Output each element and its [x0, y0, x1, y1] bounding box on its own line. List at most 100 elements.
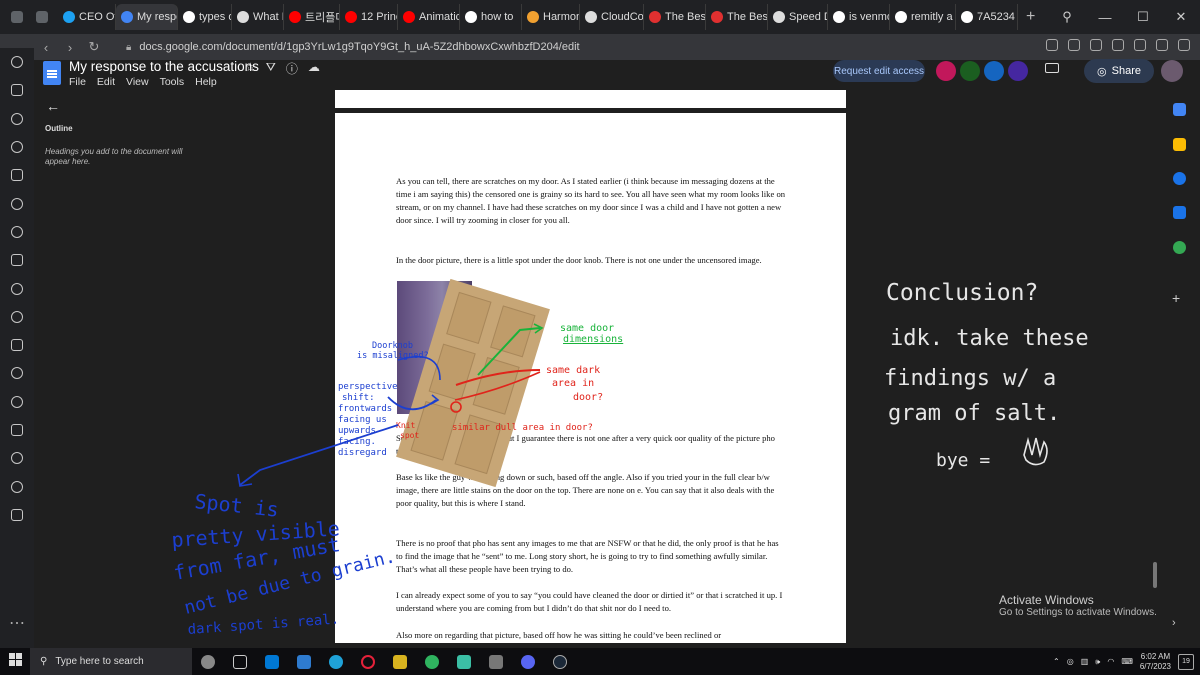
- forward-icon[interactable]: ›: [58, 40, 82, 55]
- star-icon[interactable]: ☆: [245, 60, 256, 77]
- scrollbar-thumb[interactable]: [1153, 562, 1157, 588]
- browser-tab[interactable]: Speed D: [768, 4, 828, 30]
- new-tab-button[interactable]: +: [1018, 8, 1043, 26]
- edge-icon[interactable]: [320, 648, 352, 675]
- download-icon[interactable]: [1156, 39, 1168, 51]
- instagram-icon[interactable]: [0, 133, 34, 161]
- user-avatar[interactable]: [1161, 60, 1183, 82]
- share-button[interactable]: ◎ Share: [1084, 59, 1154, 83]
- notification-badge[interactable]: 19: [1178, 653, 1194, 670]
- extensions-icon[interactable]: [0, 472, 34, 500]
- tab-search-icon[interactable]: [35, 11, 48, 23]
- messenger-icon[interactable]: [0, 161, 34, 189]
- arrow-icon[interactable]: [1090, 39, 1102, 51]
- heart-icon[interactable]: [1112, 39, 1124, 51]
- close-button[interactable]: ✕: [1162, 0, 1200, 34]
- speed-dial-icon[interactable]: [0, 48, 34, 76]
- docs-logo-icon[interactable]: [43, 61, 61, 85]
- move-icon[interactable]: ⛛: [266, 60, 276, 77]
- meet-icon[interactable]: [1045, 63, 1059, 73]
- network-icon[interactable]: ▥: [1081, 657, 1089, 666]
- camera-icon[interactable]: [1068, 39, 1080, 51]
- clock[interactable]: 6:02 AM 6/7/2023: [1140, 652, 1171, 672]
- browser-tab[interactable]: is venmo: [828, 4, 890, 30]
- search-tabs-icon[interactable]: ⚲: [1048, 0, 1086, 34]
- taskbar-search[interactable]: ⚲ Type here to search: [30, 648, 192, 675]
- menu-item-view[interactable]: View: [126, 76, 149, 88]
- keep-icon[interactable]: [1173, 138, 1186, 151]
- store-icon[interactable]: [256, 648, 288, 675]
- browser-tab[interactable]: The Best: [706, 4, 768, 30]
- browser-tab[interactable]: 7A5234: [956, 4, 1018, 30]
- browser-tab[interactable]: Harmon: [522, 4, 580, 30]
- music-icon[interactable]: [0, 359, 34, 387]
- discord-icon[interactable]: [0, 303, 34, 331]
- cloud-icon[interactable]: ☁: [308, 60, 320, 77]
- volume-icon[interactable]: 🕪︎: [1095, 657, 1100, 667]
- cube-icon[interactable]: [1134, 39, 1146, 51]
- edit-icon[interactable]: [1046, 39, 1058, 51]
- add-icon[interactable]: +: [1172, 290, 1180, 306]
- h-app-icon[interactable]: [448, 648, 480, 675]
- maximize-button[interactable]: ☐: [1124, 0, 1162, 34]
- browser-tab[interactable]: My respo✕: [116, 4, 178, 30]
- windows-start-icon[interactable]: [0, 652, 30, 671]
- browser-tab[interactable]: The Best: [644, 4, 706, 30]
- task-view-icon[interactable]: [224, 648, 256, 675]
- settings-icon[interactable]: [1178, 39, 1190, 51]
- hockey-app-icon[interactable]: [192, 648, 224, 675]
- twitch-icon[interactable]: [0, 105, 34, 133]
- wifi-icon[interactable]: ◠: [1107, 657, 1114, 666]
- browser-tab[interactable]: how to: [460, 4, 522, 30]
- maps-icon[interactable]: [1173, 241, 1186, 254]
- minimize-button[interactable]: —: [1086, 0, 1124, 34]
- info-icon[interactable]: ⓘ: [286, 60, 298, 77]
- collaborator-avatar[interactable]: [984, 61, 1004, 81]
- instagram-icon[interactable]: [0, 218, 34, 246]
- bookmarks-icon[interactable]: [0, 76, 34, 104]
- green-app-icon[interactable]: [416, 648, 448, 675]
- request-edit-access-button[interactable]: Request edit access: [833, 60, 925, 82]
- menu-icon[interactable]: [10, 11, 23, 23]
- browser-tab[interactable]: 12 Princ: [340, 4, 398, 30]
- collaborator-avatar[interactable]: [1008, 61, 1028, 81]
- browser-tab[interactable]: types of: [178, 4, 232, 30]
- collaborator-avatar[interactable]: [960, 61, 980, 81]
- menu-item-edit[interactable]: Edit: [97, 76, 115, 88]
- tasks-icon[interactable]: [1173, 172, 1186, 185]
- keyboard-icon[interactable]: ⌨: [1121, 657, 1133, 666]
- ds-app-icon[interactable]: [480, 648, 512, 675]
- url-field[interactable]: docs.google.com/document/d/1gp3YrLw1g9Tq…: [139, 41, 579, 53]
- reload-icon[interactable]: ↻: [82, 39, 106, 55]
- steam-icon[interactable]: [544, 648, 576, 675]
- browser-tab[interactable]: Animatic: [398, 4, 460, 30]
- discord-icon[interactable]: [512, 648, 544, 675]
- collaborator-avatar[interactable]: [936, 61, 956, 81]
- opera-menu-area[interactable]: [0, 0, 58, 34]
- more-icon[interactable]: ⋯: [0, 609, 34, 637]
- back-icon[interactable]: ‹: [34, 40, 58, 55]
- opera-icon[interactable]: [352, 648, 384, 675]
- crypto-wallet-icon[interactable]: [0, 444, 34, 472]
- explorer-icon[interactable]: [384, 648, 416, 675]
- menu-item-file[interactable]: File: [69, 76, 86, 88]
- back-arrow-icon[interactable]: ←: [46, 98, 60, 114]
- menu-item-help[interactable]: Help: [195, 76, 217, 88]
- twitter-icon[interactable]: [0, 274, 34, 302]
- browser-tab[interactable]: 트리플마: [284, 4, 340, 30]
- player-icon[interactable]: [0, 331, 34, 359]
- history-icon[interactable]: [0, 416, 34, 444]
- tray-app-icon[interactable]: ◎: [1067, 657, 1074, 666]
- browser-tab[interactable]: CloudCo: [580, 4, 644, 30]
- chevron-right-icon[interactable]: ›: [1172, 617, 1176, 629]
- contacts-icon[interactable]: [1173, 206, 1186, 219]
- calendar-icon[interactable]: [1173, 103, 1186, 116]
- browser-tab[interactable]: What Fo: [232, 4, 284, 30]
- chevron-up-icon[interactable]: ⌃: [1053, 657, 1060, 666]
- settings-icon[interactable]: [0, 501, 34, 529]
- menu-item-tools[interactable]: Tools: [160, 76, 185, 88]
- send-icon[interactable]: [0, 388, 34, 416]
- whatsapp-icon[interactable]: [0, 189, 34, 217]
- browser-tab[interactable]: CEO Of: [58, 4, 116, 30]
- lock-icon[interactable]: 🔒︎: [126, 42, 131, 53]
